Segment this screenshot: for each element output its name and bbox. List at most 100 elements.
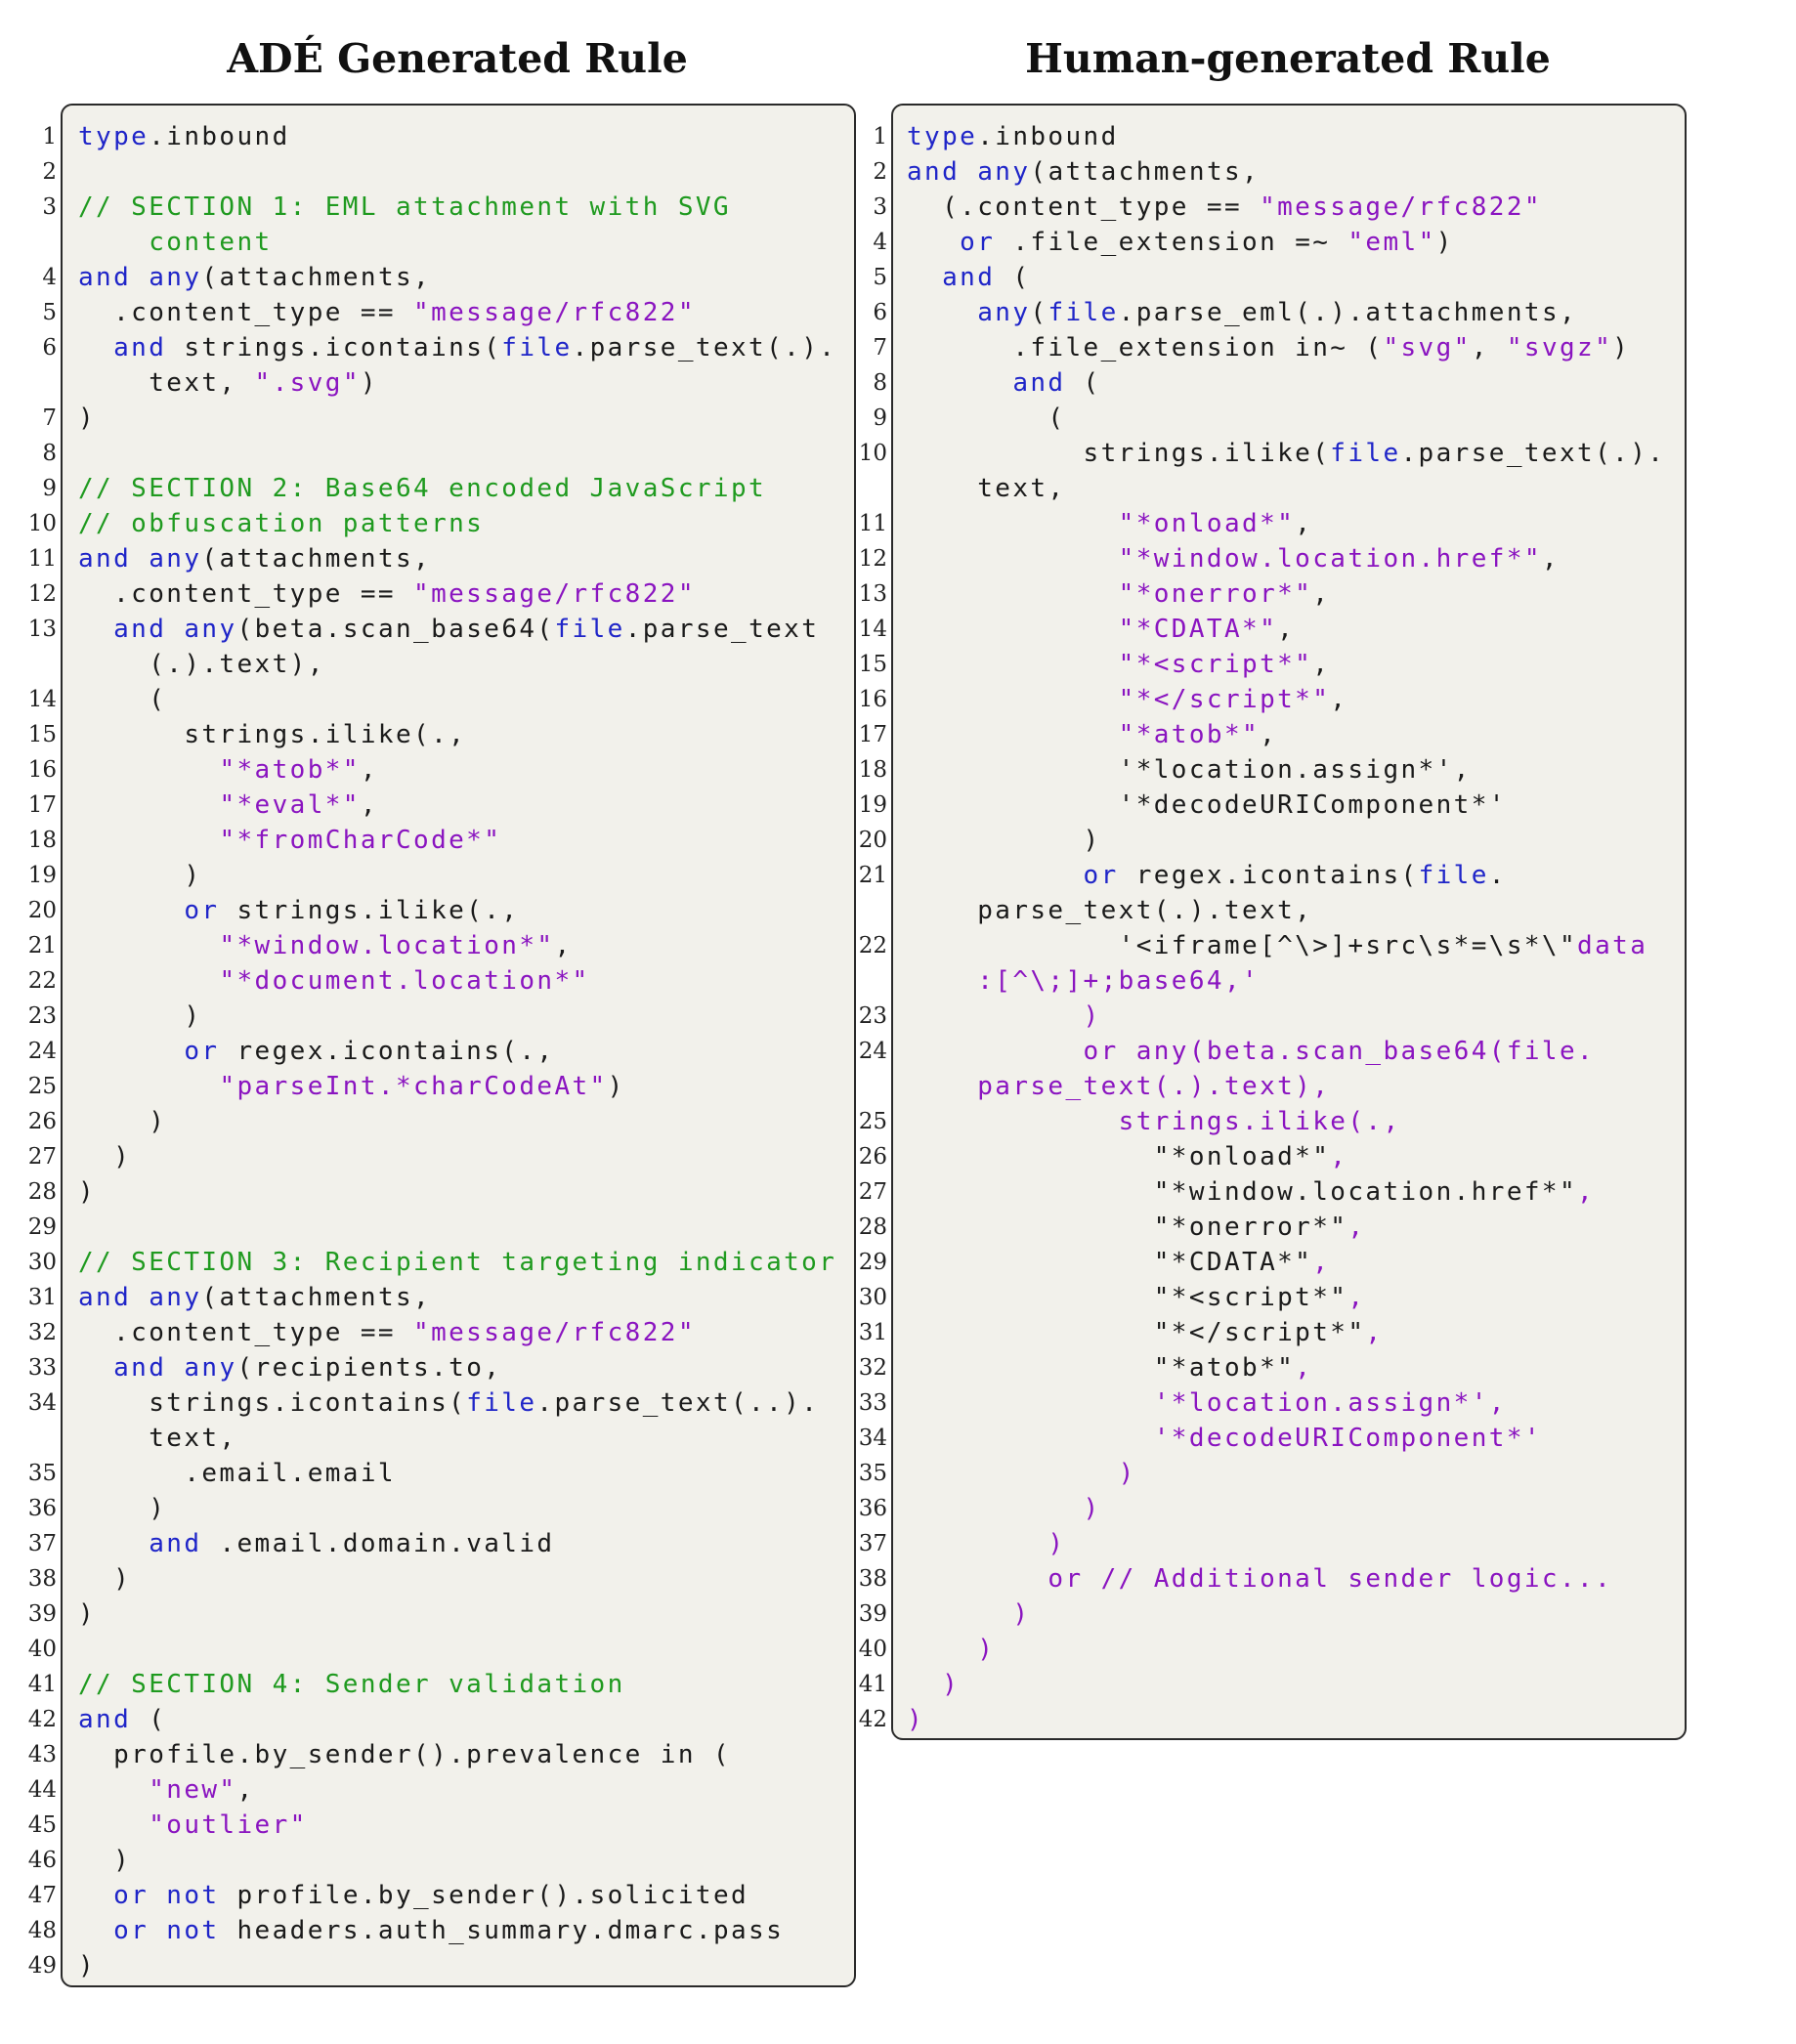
line-number: 29: [858, 1250, 887, 1275]
code-token: .content_type ==: [78, 579, 414, 609]
code-line: ): [78, 1491, 836, 1526]
code-line: "outlier": [78, 1808, 836, 1843]
line-number: 10: [858, 441, 887, 466]
code-token: ,: [1312, 579, 1331, 609]
code-token: ): [78, 1599, 97, 1629]
code-token: .parse_text(.).: [572, 333, 837, 362]
code-token: "parseInt.*charCodeAt": [219, 1072, 608, 1101]
line-number: 29: [27, 1214, 57, 1240]
line-number: 43: [27, 1742, 57, 1767]
line-number: 47: [27, 1883, 57, 1908]
code-token: ): [1435, 228, 1454, 257]
code-line: "*</script*",: [907, 682, 1665, 717]
line-number: 6: [873, 300, 887, 325]
code-line: (: [907, 401, 1665, 436]
code-line: text,: [78, 1421, 836, 1456]
code-token: '*location.assign*',: [907, 1388, 1507, 1418]
code-token: any: [184, 615, 237, 644]
code-line: "*<script*",: [907, 647, 1665, 682]
line-number: 19: [27, 863, 57, 888]
line-number: 21: [27, 933, 57, 958]
code-line: "*</script*",: [907, 1315, 1665, 1350]
code-line: '*decodeURIComponent*': [907, 788, 1665, 823]
code-line: or regex.icontains(file.: [907, 858, 1665, 893]
line-number: 41: [858, 1672, 887, 1697]
code-line: and .email.domain.valid: [78, 1526, 836, 1561]
line-number: 27: [27, 1144, 57, 1170]
line-number: 19: [858, 792, 887, 818]
line-number: 8: [42, 441, 57, 466]
line-number: 7: [873, 335, 887, 361]
code-token: "*atob*": [1118, 720, 1261, 749]
code-token: "message/rfc822": [1260, 192, 1542, 222]
code-token: // SECTION 1: EML attachment with SVG: [78, 192, 731, 222]
left-line-numbers: 1 2 3 4 5 6 7 8 9 10 11 12 13 14 15 16 17 18 19 20 21 22 23 24 2…: [0, 104, 59, 1983]
line-number: 31: [27, 1285, 57, 1310]
line-number: 36: [27, 1496, 57, 1521]
code-token: "*CDATA*": [907, 1248, 1313, 1277]
code-line: ): [78, 1139, 836, 1174]
code-token: // SECTION 3: Recipient targeting indica…: [78, 1248, 837, 1277]
code-line: type.inbound: [907, 119, 1665, 154]
code-token: ,: [360, 755, 378, 785]
line-number: 25: [858, 1109, 887, 1134]
code-token: "*onerror*": [907, 1213, 1348, 1242]
code-token: data: [1577, 931, 1648, 960]
code-line: ): [907, 1702, 1665, 1737]
line-number: 12: [858, 546, 887, 572]
code-token: (.).text),: [78, 650, 325, 679]
code-token: .inbound: [149, 122, 290, 151]
line-number: 38: [27, 1566, 57, 1592]
code-token: strings.ilike(.,: [78, 720, 467, 749]
code-token: or: [184, 1037, 220, 1066]
code-token: .email.domain.valid: [201, 1529, 555, 1558]
code-token: type: [907, 122, 978, 151]
code-token: or any(beta.scan_base64(file.: [907, 1037, 1596, 1066]
code-token: "*atob*": [219, 755, 361, 785]
code-line: ): [907, 1526, 1665, 1561]
code-token: any: [977, 157, 1031, 187]
line-number: [831, 471, 889, 506]
code-token: ,: [1260, 720, 1278, 749]
code-line: "*onerror*",: [907, 576, 1665, 612]
code-line: or not headers.auth_summary.dmarc.pass: [78, 1913, 836, 1948]
line-number: 9: [873, 405, 887, 431]
code-token: ): [360, 368, 378, 398]
line-number: 11: [27, 546, 57, 572]
code-token: ,: [1295, 509, 1313, 538]
code-token: ,: [1577, 1177, 1596, 1207]
code-token: ,: [236, 1775, 255, 1805]
code-token: and: [907, 157, 961, 187]
code-token: ): [607, 1072, 625, 1101]
line-number: 26: [858, 1144, 887, 1170]
line-number: 39: [858, 1601, 887, 1627]
code-token: (: [907, 404, 1066, 433]
line-number: 22: [858, 933, 887, 958]
line-number: 15: [27, 722, 57, 747]
code-line: "*window.location.href*",: [907, 541, 1665, 576]
code-token: // obfuscation patterns: [78, 509, 485, 538]
line-number: 16: [858, 687, 887, 712]
code-line: ): [907, 823, 1665, 858]
line-number: 8: [873, 370, 887, 396]
line-number: [0, 1421, 59, 1456]
line-number: 24: [858, 1039, 887, 1064]
code-line: '*decodeURIComponent*': [907, 1421, 1665, 1456]
code-token: "*fromCharCode*": [219, 826, 502, 855]
code-token: .parse_eml(.).attachments,: [1118, 298, 1578, 327]
code-line: '<iframe[^\>]+src\s*=\s*\"data: [907, 928, 1665, 963]
code-token: headers.auth_summary.dmarc.pass: [219, 1916, 785, 1945]
code-line: strings.ilike(.,: [907, 1104, 1665, 1139]
code-line: and any(attachments,: [78, 1280, 836, 1315]
code-token: ): [907, 1635, 996, 1664]
code-token: and: [78, 263, 132, 292]
